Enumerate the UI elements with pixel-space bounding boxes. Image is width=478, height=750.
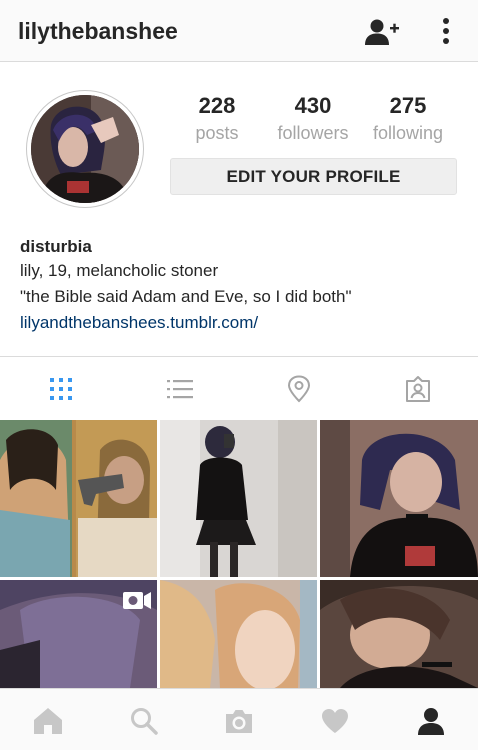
grid-icon[interactable]	[47, 375, 75, 403]
video-camera-icon	[123, 592, 151, 609]
bio-line: lily, 19, melancholic stoner	[20, 261, 219, 280]
bio-line: "the Bible said Adam and Eve, so I did b…	[20, 287, 352, 306]
profile-tabs	[0, 356, 478, 418]
followers-count-label: followers	[277, 123, 349, 143]
display-name: disturbia	[20, 237, 92, 256]
post-thumbnail[interactable]	[320, 580, 478, 688]
home-icon[interactable]	[33, 707, 63, 735]
location-pin-icon[interactable]	[285, 375, 313, 403]
edit-profile-button[interactable]: EDIT YOUR PROFILE	[170, 158, 457, 195]
profile-icon[interactable]	[416, 707, 446, 735]
camera-icon[interactable]	[224, 707, 254, 735]
top-bar: lilythebanshee	[0, 0, 478, 62]
search-icon[interactable]	[129, 707, 159, 735]
posts-count-label: posts	[195, 123, 239, 143]
heart-icon[interactable]	[320, 707, 350, 735]
website-link[interactable]: lilyandthebanshees.tumblr.com/	[20, 310, 460, 336]
tagged-photos-icon[interactable]	[404, 375, 432, 403]
add-person-icon[interactable]	[364, 18, 400, 46]
following-count-value: 275	[389, 93, 427, 118]
posts-count-value: 228	[198, 93, 236, 118]
post-thumbnail[interactable]	[320, 420, 478, 577]
post-thumbnail[interactable]	[160, 420, 317, 577]
post-thumbnail[interactable]	[0, 420, 157, 577]
avatar-photo	[31, 95, 139, 203]
posts-count[interactable]: 228 posts	[167, 92, 267, 146]
posts-grid	[0, 420, 478, 688]
post-thumbnail[interactable]	[160, 580, 317, 688]
bottom-navigation	[0, 688, 478, 750]
following-count-label: following	[372, 123, 444, 143]
following-count[interactable]: 275 following	[358, 92, 458, 146]
bio-section: disturbia lily, 19, melancholic stoner "…	[20, 236, 460, 336]
vertical-dots-icon[interactable]	[434, 16, 458, 46]
profile-avatar[interactable]	[26, 90, 144, 208]
followers-count-value: 430	[294, 93, 332, 118]
followers-count[interactable]: 430 followers	[263, 92, 363, 146]
username-title: lilythebanshee	[18, 18, 178, 44]
post-thumbnail-video[interactable]	[0, 580, 157, 688]
list-icon[interactable]	[166, 375, 194, 403]
